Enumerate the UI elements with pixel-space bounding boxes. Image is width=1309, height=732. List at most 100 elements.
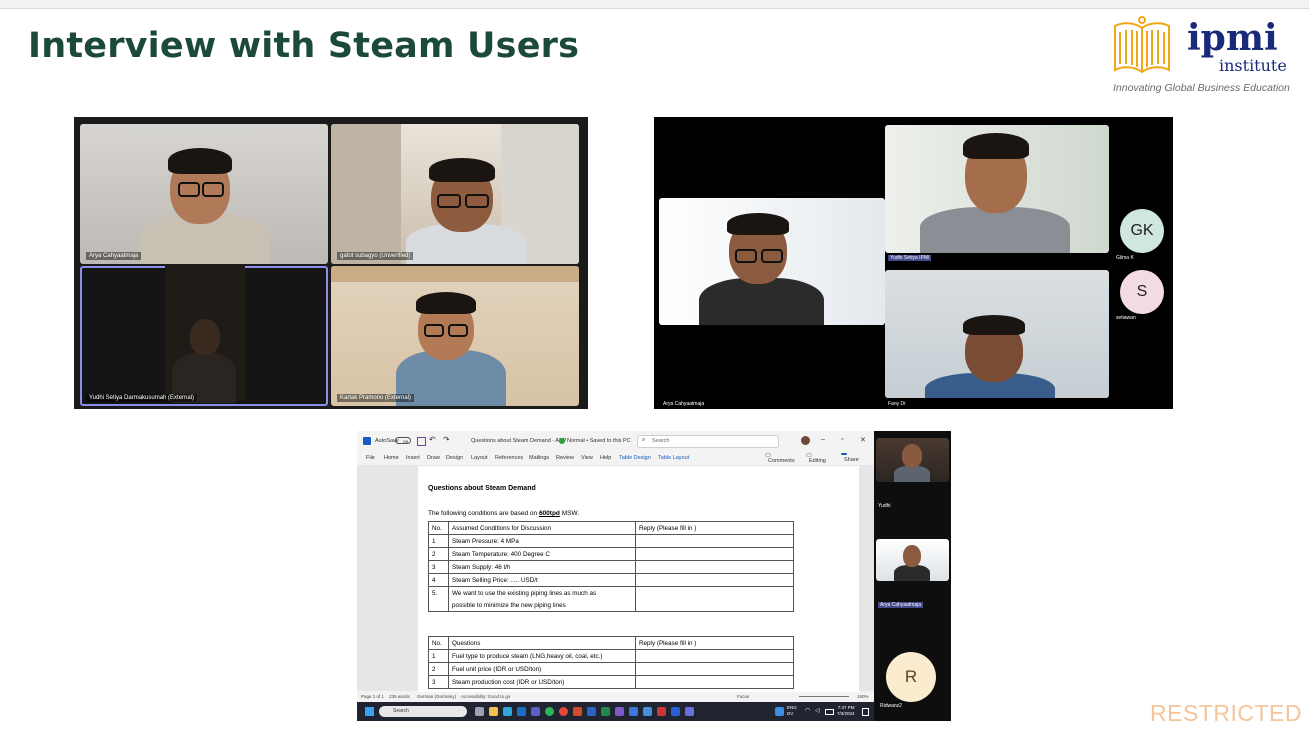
redo-icon[interactable]: ↷ <box>443 435 450 444</box>
table-cell[interactable]: Steam production cost (IDR or USD/ton) <box>448 675 636 689</box>
teams-icon[interactable] <box>531 707 540 716</box>
wifi-icon[interactable]: ◠ <box>805 707 810 714</box>
status-accessibility[interactable]: Accessibility: Good to go <box>461 694 510 699</box>
editing-label: Editing <box>809 458 826 464</box>
table-cell[interactable]: 3 <box>428 675 449 689</box>
table-cell[interactable]: Steam Temperature: 400 Degree C <box>448 547 636 561</box>
avatar-initials: R <box>904 667 918 686</box>
status-language[interactable]: German (Germany) <box>417 694 456 699</box>
comments-button[interactable]: Comments <box>765 453 795 464</box>
table-row: possible to minimize the new piping line… <box>428 599 794 612</box>
table-cell[interactable]: 4 <box>428 573 449 587</box>
file-explorer-icon[interactable] <box>489 707 498 716</box>
edge-icon[interactable] <box>503 707 512 716</box>
lang-indicator[interactable]: ENG DV <box>787 705 797 717</box>
share-button[interactable]: Share <box>841 453 859 463</box>
table-cell[interactable]: Steam Pressure: 4 MPa <box>448 534 636 548</box>
powerpoint-icon[interactable] <box>573 707 582 716</box>
windows-start-icon[interactable] <box>365 707 374 716</box>
table-cell[interactable]: Steam Supply: 46 t/h <box>448 560 636 574</box>
maximize-icon[interactable]: ▫ <box>841 436 843 443</box>
word-icon[interactable] <box>587 707 596 716</box>
table-cell[interactable] <box>635 599 794 612</box>
tab-review[interactable]: Review <box>556 455 574 461</box>
video-tile <box>876 438 949 482</box>
app-icon[interactable] <box>685 707 694 716</box>
tab-help[interactable]: Help <box>600 455 611 461</box>
app-icon[interactable] <box>643 707 652 716</box>
app-icon[interactable] <box>629 707 638 716</box>
app-icon[interactable] <box>615 707 624 716</box>
table-cell[interactable] <box>428 599 449 612</box>
tab-file[interactable]: File <box>366 455 375 461</box>
undo-icon[interactable]: ↶ <box>429 435 436 444</box>
clock-date: 7/3/2024 <box>837 711 855 716</box>
status-focus[interactable]: Focus <box>737 694 749 699</box>
table-cell[interactable]: possible to minimize the new piping line… <box>448 599 636 612</box>
table-cell[interactable]: 2 <box>428 662 449 676</box>
table-cell[interactable]: We want to use the existing piping lines… <box>448 586 636 599</box>
notification-icon[interactable] <box>862 708 869 716</box>
user-avatar[interactable] <box>801 436 810 445</box>
search-box[interactable]: ⌕ Search <box>637 435 779 448</box>
table-cell[interactable]: 3 <box>428 560 449 574</box>
meeting-screenshot-1: Arya Cahyaatmaja gatot subagyo (Unverifi… <box>74 117 588 409</box>
clock[interactable]: 7:47 PM 7/3/2024 <box>837 705 855 717</box>
taskbar-search-label: Search <box>393 708 409 714</box>
table-cell[interactable]: Fuel type to produce steam (LNG,heavy oi… <box>448 649 636 663</box>
table-cell[interactable] <box>635 547 794 561</box>
table-cell[interactable] <box>635 662 794 676</box>
table-cell[interactable] <box>635 649 794 663</box>
lang-primary: ENG <box>787 705 797 710</box>
tab-layout[interactable]: Layout <box>471 455 488 461</box>
app-icon[interactable] <box>657 707 666 716</box>
tab-mailings[interactable]: Mailings <box>529 455 549 461</box>
tab-insert[interactable]: Insert <box>406 455 420 461</box>
table-cell[interactable]: Fuel unit price (IDR or USD/ton) <box>448 662 636 676</box>
close-icon[interactable]: ✕ <box>860 436 866 444</box>
tab-design[interactable]: Design <box>446 455 463 461</box>
tab-home[interactable]: Home <box>384 455 399 461</box>
autosave-toggle[interactable]: Off <box>395 437 411 444</box>
app-icon[interactable] <box>671 707 680 716</box>
status-zoom[interactable]: 150% <box>857 694 869 699</box>
taskbar-search[interactable]: Search <box>379 706 467 717</box>
task-view-icon[interactable] <box>475 707 484 716</box>
table-cell[interactable]: 5. <box>428 586 449 599</box>
zoom-slider[interactable] <box>799 696 849 697</box>
document-page[interactable]: Questions about Steam Demand The followi… <box>418 466 859 694</box>
mic-icon[interactable] <box>775 707 784 716</box>
table-cell[interactable]: 1 <box>428 534 449 548</box>
table-cell[interactable]: 1 <box>428 649 449 663</box>
share-label: Share <box>844 457 859 463</box>
table-cell[interactable] <box>635 573 794 587</box>
tab-view[interactable]: View <box>581 455 593 461</box>
minimize-icon[interactable]: – <box>821 436 825 443</box>
status-page[interactable]: Page 1 of 1 <box>361 694 384 699</box>
save-icon[interactable] <box>417 437 426 446</box>
spotify-icon[interactable] <box>545 707 554 716</box>
tab-references[interactable]: References <box>495 455 523 461</box>
volume-icon[interactable]: ◁ <box>815 707 820 714</box>
tab-table-layout[interactable]: Table Layout <box>658 455 689 461</box>
table-cell[interactable]: 2 <box>428 547 449 561</box>
battery-icon[interactable] <box>825 709 834 715</box>
tab-table-design[interactable]: Table Design <box>619 455 651 461</box>
document-name: Questions about Steam Demand - APP <box>471 438 567 444</box>
status-words[interactable]: 235 words <box>389 694 410 699</box>
tab-draw[interactable]: Draw <box>427 455 440 461</box>
chrome-icon[interactable] <box>559 707 568 716</box>
editing-button[interactable]: Editing <box>806 453 826 464</box>
table-cell[interactable] <box>635 534 794 548</box>
excel-icon[interactable] <box>601 707 610 716</box>
outlook-icon[interactable] <box>517 707 526 716</box>
document-heading: Questions about Steam Demand <box>428 485 536 492</box>
table-cell[interactable] <box>635 675 794 689</box>
table-cell[interactable] <box>635 560 794 574</box>
slide-title: Interview with Steam Users <box>28 26 580 66</box>
ribbon-tabs: File Home Insert Draw Design Layout Refe… <box>357 451 874 466</box>
word-titlebar: AutoSave Off ↶ ↷ Questions about Steam D… <box>357 431 874 451</box>
video-tile <box>885 125 1109 253</box>
table-cell[interactable]: Steam Selling Price: ..... USD/t <box>448 573 636 587</box>
table-cell[interactable] <box>635 586 794 599</box>
